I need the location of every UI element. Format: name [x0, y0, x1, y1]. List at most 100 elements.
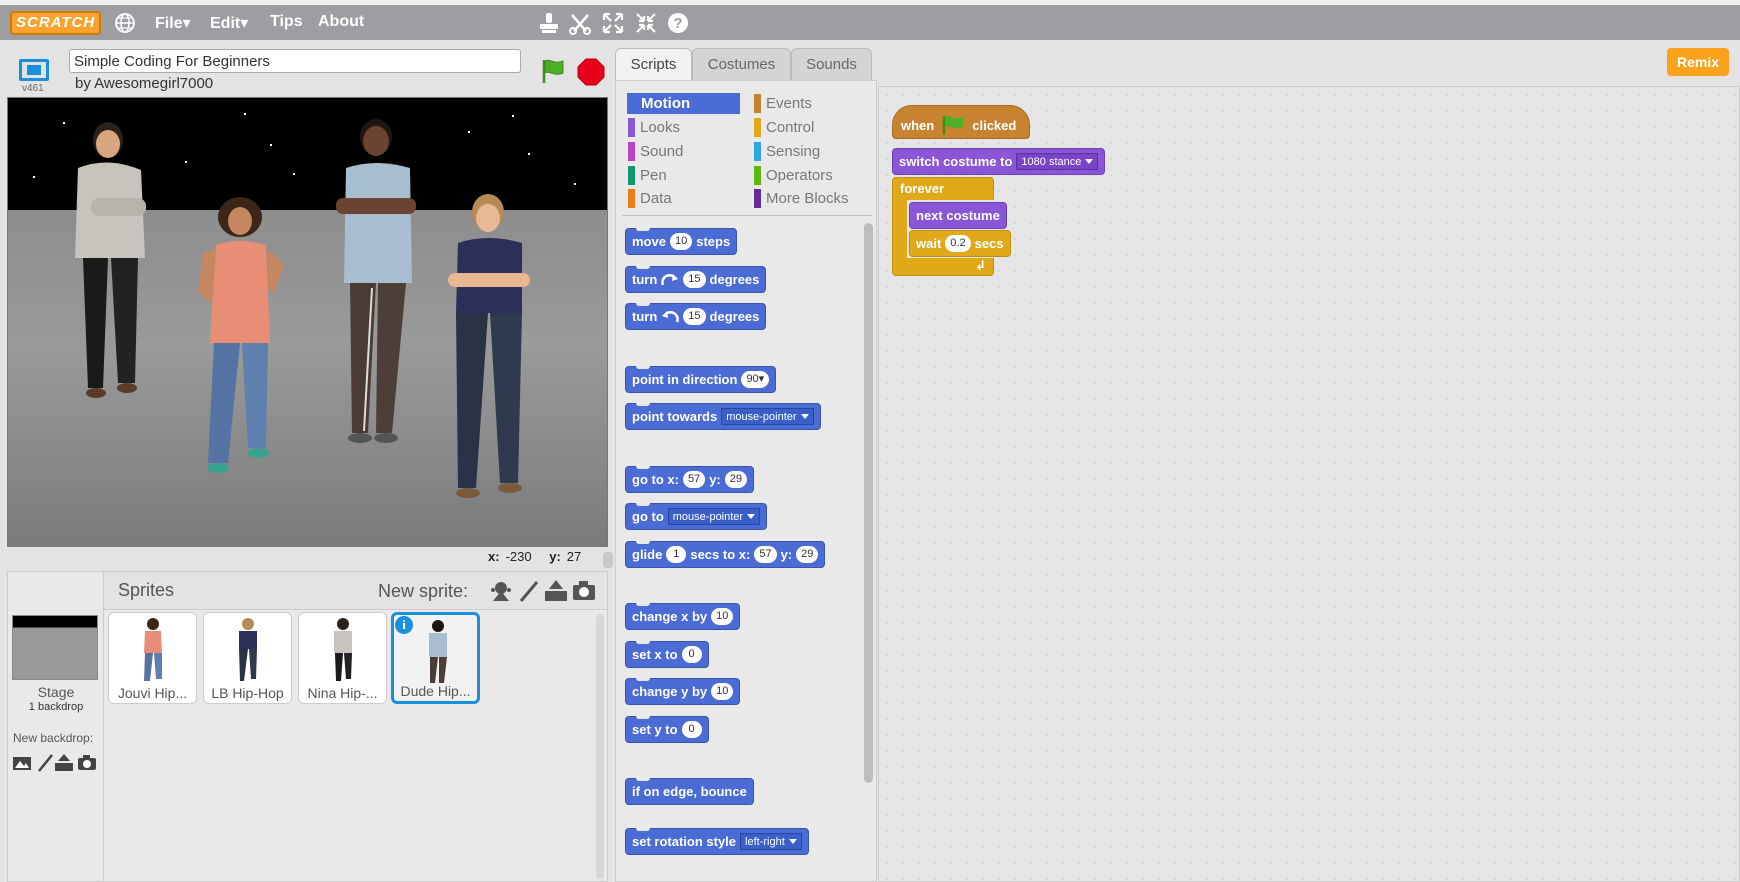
presentation-mode-button[interactable]: [19, 59, 49, 81]
about-menu[interactable]: About: [318, 13, 364, 31]
scratch-logo[interactable]: SCRATCH: [10, 11, 102, 35]
rotate-counterclockwise-icon: [662, 310, 680, 322]
category-data[interactable]: Data: [627, 188, 740, 209]
block-go-to[interactable]: go to mouse-pointer: [625, 503, 768, 530]
stage-collapse-handle[interactable]: [603, 552, 613, 568]
block-when-flag-clicked[interactable]: when clicked: [892, 105, 1030, 139]
star: [293, 173, 295, 175]
category-sensing[interactable]: Sensing: [753, 141, 866, 162]
block-turn-right[interactable]: turn 15 degrees: [625, 266, 767, 293]
script-area[interactable]: when clicked switch costume to 1080 stanc…: [878, 86, 1740, 882]
new-sprite-label: New sprite:: [378, 581, 469, 601]
sprites-title: Sprites: [118, 580, 175, 600]
help-icon[interactable]: ?: [666, 11, 690, 35]
sprite-thumbnail: [429, 620, 447, 683]
target-dropdown[interactable]: mouse-pointer: [667, 508, 761, 525]
stop-sign-icon[interactable]: [577, 58, 605, 86]
green-flag-icon: [942, 116, 964, 135]
category-control[interactable]: Control: [753, 117, 866, 138]
rotation-style-dropdown[interactable]: left-right: [740, 833, 802, 850]
chevron-down-icon: ▾: [182, 15, 191, 32]
block-wait-secs[interactable]: wait 0.2 secs: [909, 230, 1011, 257]
green-flag-icon[interactable]: [539, 57, 567, 85]
target-dropdown[interactable]: mouse-pointer: [721, 408, 814, 425]
palette-scrollbar[interactable]: [864, 223, 873, 783]
paint-brush-icon[interactable]: [36, 753, 56, 773]
sprite-tile-lb[interactable]: LB Hip-Hop: [203, 612, 292, 704]
sprite-jouvi-figure[interactable]: [63, 118, 173, 418]
swatch: [628, 118, 635, 137]
star: [528, 153, 530, 155]
sprite-lb-figure[interactable]: [438, 188, 548, 518]
block-next-costume[interactable]: next costume: [909, 202, 1007, 229]
sprite-library-icon[interactable]: [489, 579, 513, 603]
globe-icon[interactable]: [114, 12, 136, 34]
category-looks[interactable]: Looks: [627, 117, 740, 138]
block-point-in-direction[interactable]: point in direction 90▾: [625, 366, 777, 393]
sprite-tile-nina[interactable]: Nina Hip-...: [298, 612, 387, 704]
category-events[interactable]: Events: [753, 93, 866, 114]
edit-menu[interactable]: Edit▾: [210, 13, 248, 33]
star: [270, 144, 272, 146]
category-more-blocks[interactable]: More Blocks: [753, 188, 866, 209]
block-change-y[interactable]: change y by 10: [625, 678, 741, 705]
camera-icon[interactable]: [572, 579, 596, 603]
paint-brush-icon[interactable]: [517, 579, 541, 603]
block-switch-costume[interactable]: switch costume to 1080 stance: [892, 148, 1106, 175]
block-set-x[interactable]: set x to 0: [625, 641, 709, 668]
backdrop-library-icon[interactable]: [12, 753, 32, 773]
project-title-input[interactable]: [69, 49, 521, 73]
sprite-dude-figure[interactable]: [328, 113, 438, 463]
camera-icon[interactable]: [77, 753, 97, 773]
block-move-steps[interactable]: move 10 steps: [625, 228, 738, 255]
sprite-thumbnail: [239, 618, 257, 681]
sprites-header: Sprites New sprite:: [104, 572, 607, 610]
delete-scissors-icon[interactable]: [568, 11, 592, 35]
star: [574, 183, 576, 185]
sprite-tile-jouvi[interactable]: Jouvi Hip...: [108, 612, 197, 704]
upload-icon[interactable]: [54, 753, 74, 773]
sprite-tile-dude[interactable]: i Dude Hip...: [391, 612, 480, 704]
stage-thumbnail[interactable]: [12, 615, 98, 680]
category-operators[interactable]: Operators: [753, 165, 866, 186]
block-point-towards[interactable]: point towards mouse-pointer: [625, 403, 821, 430]
block-turn-left[interactable]: turn 15 degrees: [625, 303, 767, 330]
chevron-down-icon: ▾: [240, 15, 249, 32]
category-motion[interactable]: Motion: [627, 93, 740, 114]
tab-scripts[interactable]: Scripts: [615, 48, 692, 82]
shrink-icon[interactable]: [634, 11, 658, 35]
svg-text:?: ?: [673, 15, 682, 32]
info-icon[interactable]: i: [395, 616, 413, 634]
swatch: [754, 166, 761, 185]
swatch: [754, 142, 761, 161]
block-set-y[interactable]: set y to 0: [625, 716, 709, 743]
tab-costumes[interactable]: Costumes: [692, 48, 791, 82]
swatch: [628, 166, 635, 185]
category-pen[interactable]: Pen: [627, 165, 740, 186]
remix-button[interactable]: Remix: [1667, 48, 1729, 76]
file-menu[interactable]: File▾: [155, 13, 191, 33]
sprite-library-pane: Stage 1 backdrop New backdrop: Sprites N…: [7, 571, 608, 882]
block-palette: Motion Looks Sound Pen Data Events Contr…: [615, 80, 877, 882]
grow-icon[interactable]: [601, 11, 625, 35]
sprite-thumbnail: [144, 618, 162, 681]
upload-icon[interactable]: [544, 579, 568, 603]
mouse-coordinates: x: -230 y: 27: [488, 549, 582, 564]
block-glide[interactable]: glide 1 secs to x: 57 y: 29: [625, 541, 826, 568]
block-set-rotation-style[interactable]: set rotation style left-right: [625, 828, 809, 855]
tab-sounds[interactable]: Sounds: [791, 48, 872, 82]
category-sound[interactable]: Sound: [627, 141, 740, 162]
sprite-thumbnail: [334, 618, 352, 681]
stage-column: Stage 1 backdrop New backdrop:: [8, 572, 104, 881]
duplicate-stamp-icon[interactable]: [537, 11, 561, 35]
sprite-scrollbar[interactable]: [596, 614, 604, 879]
star: [468, 131, 470, 133]
tips-menu[interactable]: Tips: [270, 13, 303, 31]
block-go-to-xy[interactable]: go to x: 57 y: 29: [625, 466, 754, 493]
block-change-x[interactable]: change x by 10: [625, 603, 741, 630]
palette-divider: [622, 215, 872, 216]
costume-dropdown[interactable]: 1080 stance: [1016, 153, 1099, 170]
block-if-on-edge-bounce[interactable]: if on edge, bounce: [625, 778, 754, 805]
stage-canvas[interactable]: [7, 97, 608, 547]
sprite-nina-figure[interactable]: [188, 193, 298, 483]
